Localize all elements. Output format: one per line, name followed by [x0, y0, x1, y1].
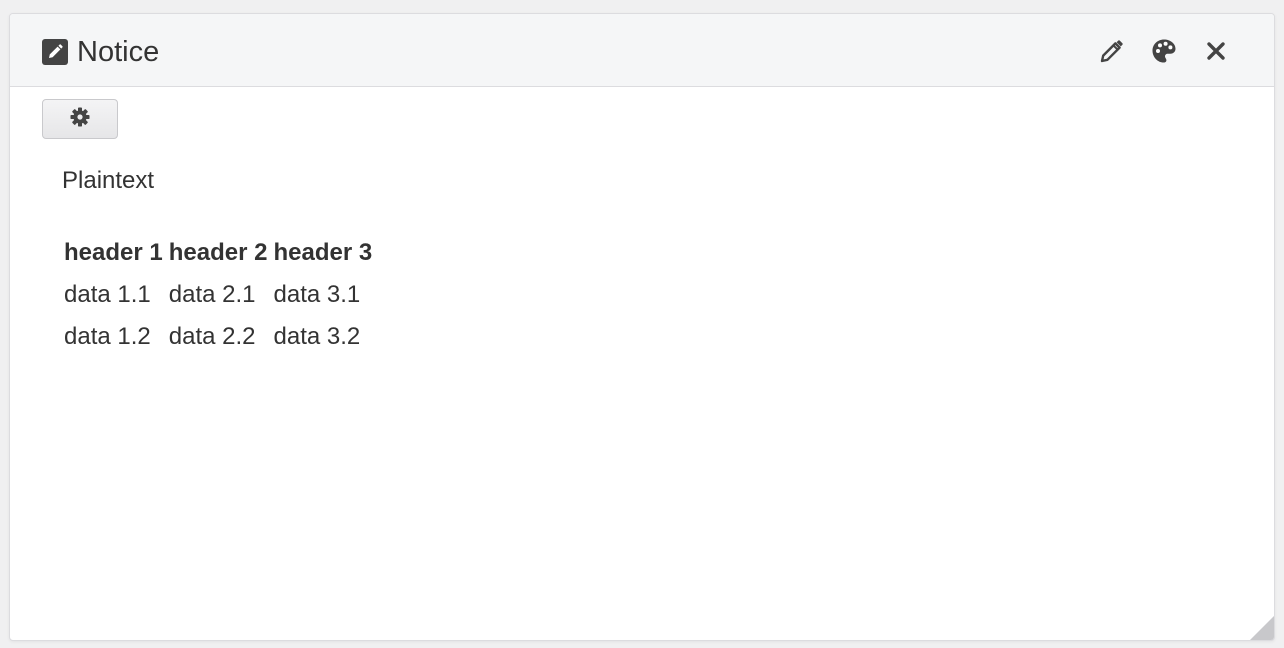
table-cell: data 1.2 — [64, 323, 151, 350]
notice-panel: Notice Plaintext header 1 header 2 heade… — [9, 13, 1275, 641]
panel-header: Notice — [10, 14, 1274, 87]
table-row: data 1.2 data 2.2 data 3.2 — [62, 316, 374, 358]
panel-body: Plaintext header 1 header 2 header 3 dat… — [10, 87, 1274, 640]
pencil-icon — [1099, 38, 1125, 64]
close-button[interactable] — [1200, 35, 1232, 67]
table-header-cell: header 2 — [168, 239, 268, 266]
table-cell: data 2.2 — [168, 323, 256, 350]
resize-handle[interactable] — [1250, 616, 1274, 640]
table-header-row: header 1 header 2 header 3 — [62, 232, 374, 274]
settings-button[interactable] — [42, 99, 118, 139]
table-cell: data 3.1 — [273, 281, 361, 308]
theme-button[interactable] — [1148, 35, 1180, 67]
data-table: header 1 header 2 header 3 data 1.1 data… — [62, 232, 374, 358]
table-cell: data 2.1 — [168, 281, 256, 308]
palette-icon — [1151, 38, 1177, 64]
table-header-cell: header 1 — [64, 239, 163, 266]
edit-square-icon — [42, 39, 68, 65]
edit-button[interactable] — [1096, 35, 1128, 67]
table-header-cell: header 3 — [273, 239, 373, 266]
gear-icon — [70, 107, 90, 132]
table-cell: data 1.1 — [64, 281, 151, 308]
table-cell: data 3.2 — [273, 323, 361, 350]
panel-title: Notice — [77, 36, 160, 68]
close-icon — [1206, 41, 1226, 61]
plaintext-paragraph: Plaintext — [62, 167, 155, 194]
table-row: data 1.1 data 2.1 data 3.1 — [62, 274, 374, 316]
